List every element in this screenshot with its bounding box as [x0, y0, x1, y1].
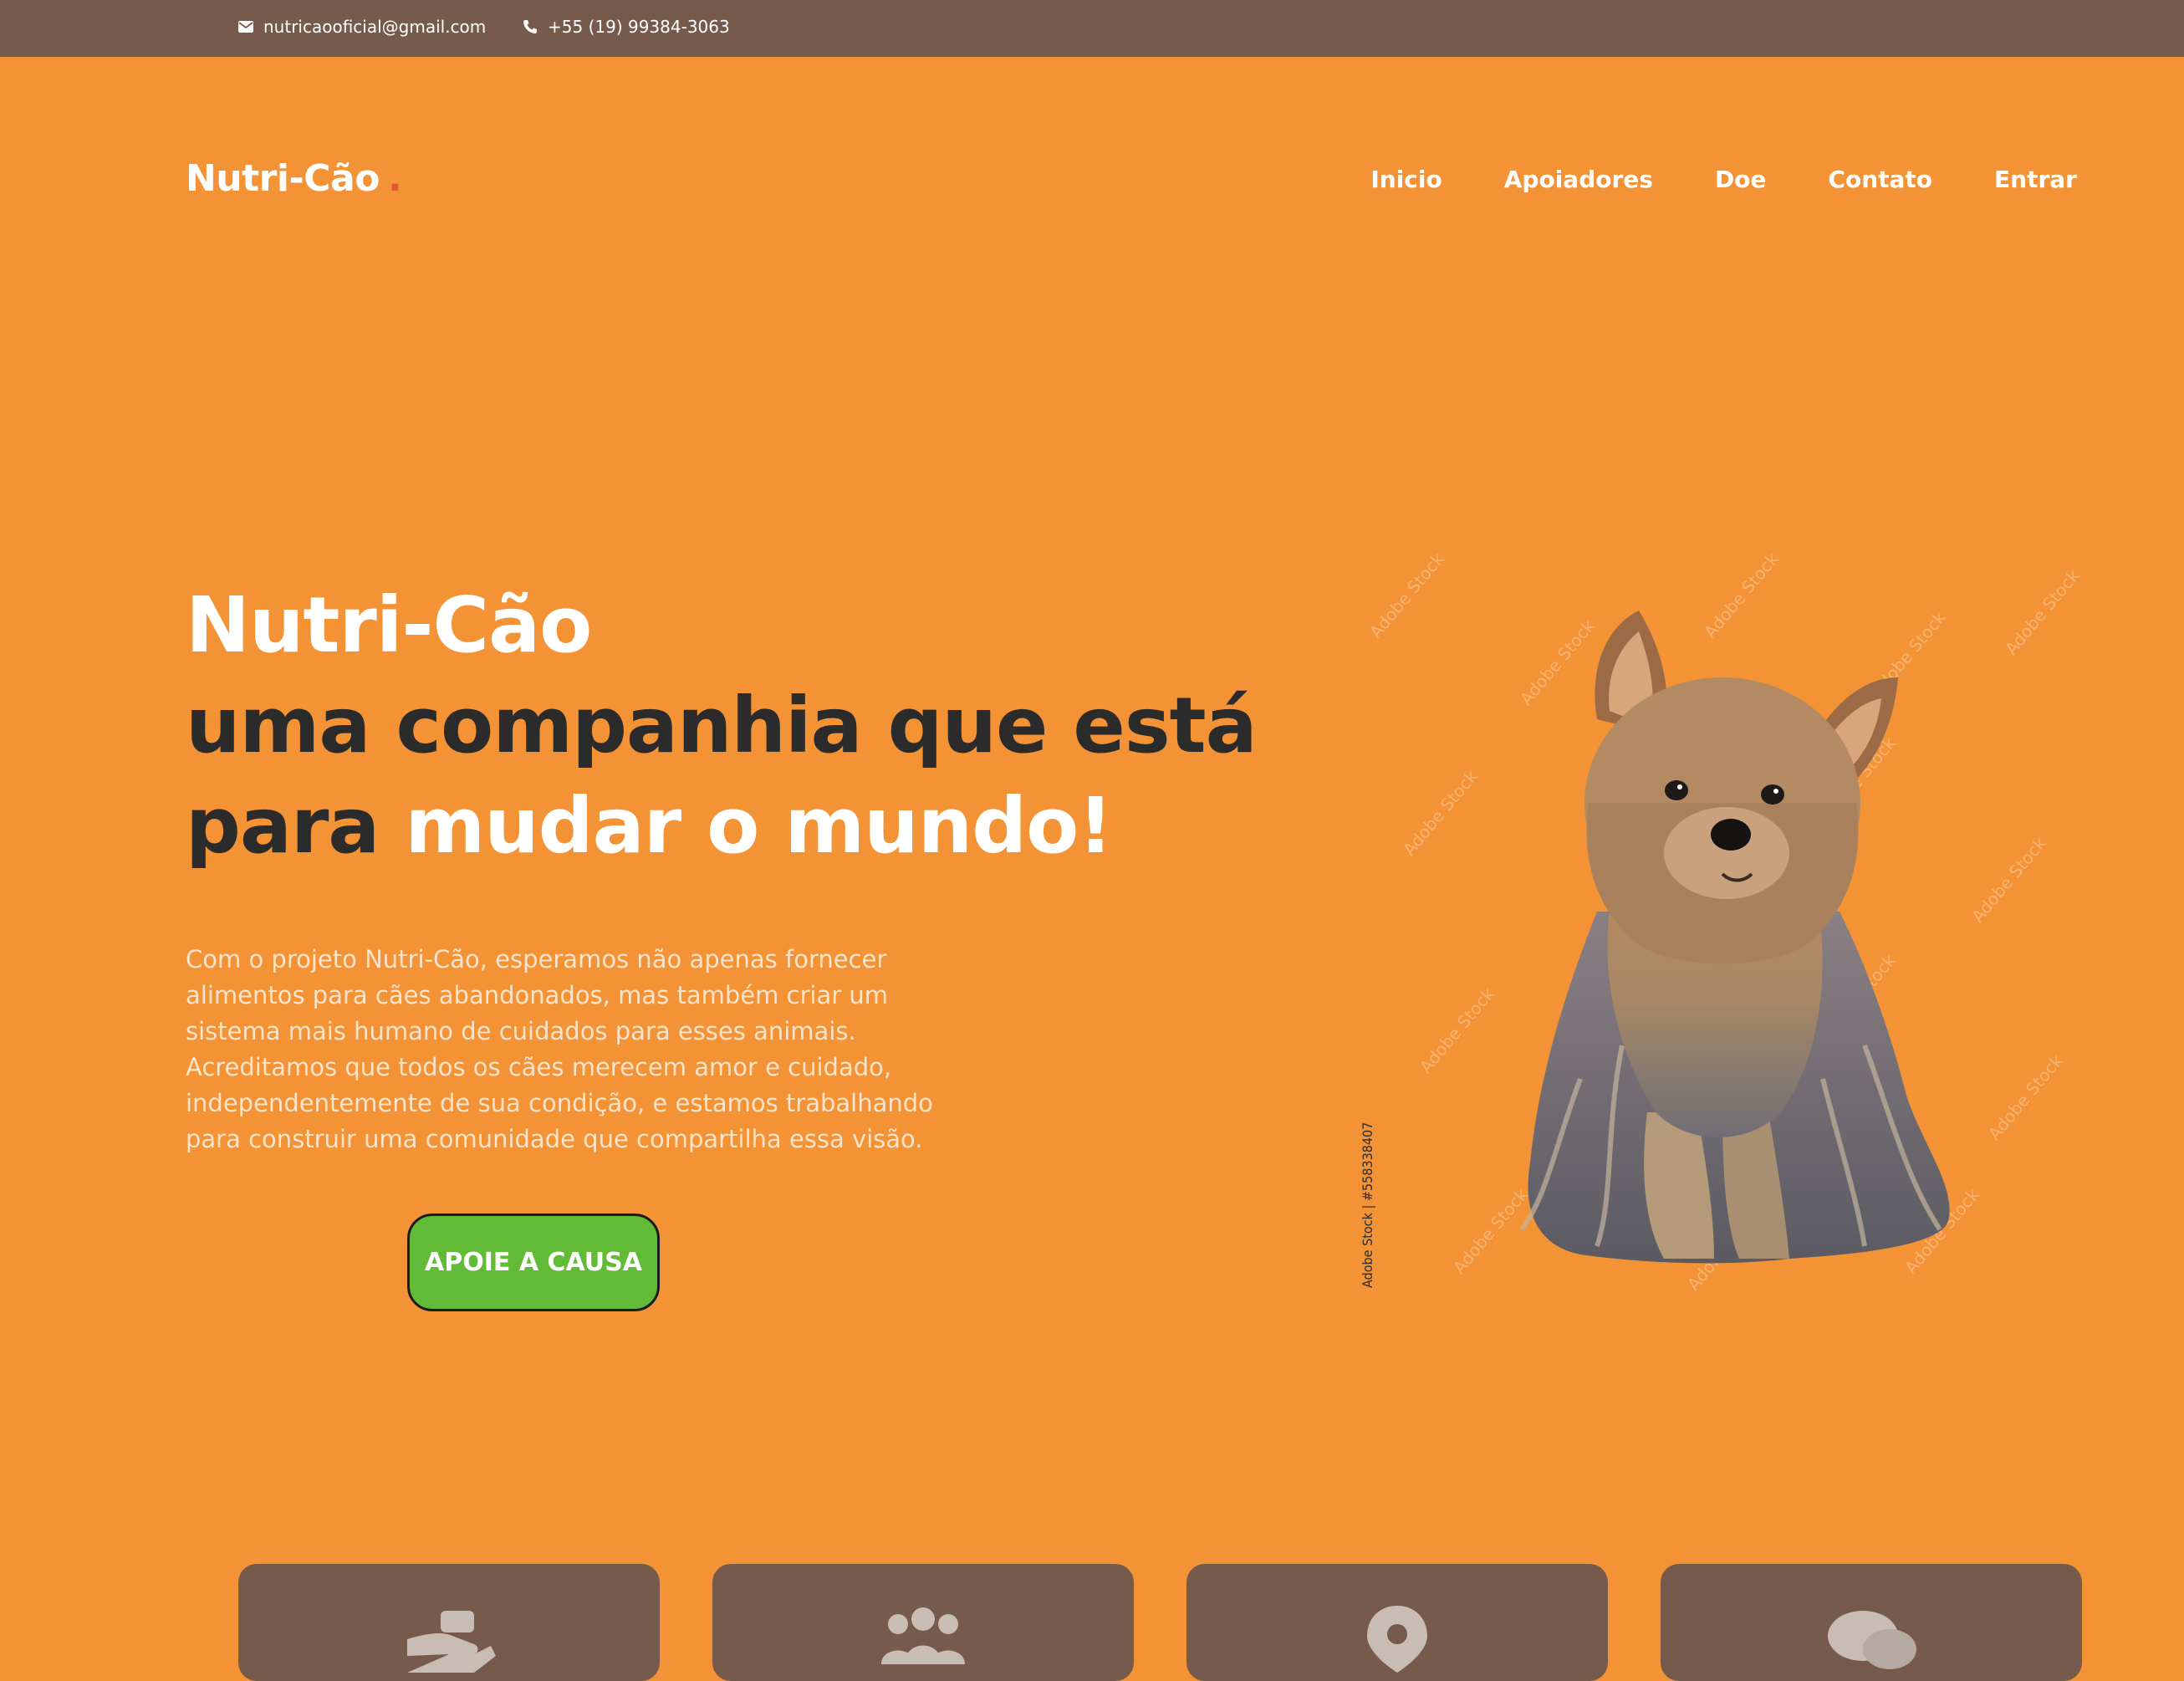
phone-icon — [523, 19, 538, 34]
envelope-icon — [238, 21, 253, 33]
nav-contato[interactable]: Contato — [1828, 166, 1932, 193]
hero-title-line1: Nutri-Cão — [186, 580, 592, 670]
donate-hand-icon — [399, 1606, 499, 1676]
dog-illustration — [1519, 611, 1950, 1264]
hero-title-line2: uma companhia que está — [186, 681, 1258, 770]
hero-title-line3-dark: para — [186, 781, 380, 871]
hero-description: Com o projeto Nutri-Cão, esperamos não a… — [186, 945, 933, 1153]
support-cause-button[interactable]: APOIE A CAUSA — [407, 1213, 660, 1311]
feature-cards — [238, 1564, 2082, 1681]
contact-email-text: nutricaooficial@gmail.com — [263, 17, 487, 37]
feature-card-community[interactable] — [712, 1564, 1134, 1681]
feature-card-donate[interactable] — [238, 1564, 660, 1681]
contact-phone-text: +55 (19) 99384-3063 — [548, 17, 730, 37]
logo-dot: . — [387, 157, 402, 200]
nav-apoiadores[interactable]: Apoiadores — [1504, 166, 1653, 193]
group-people-icon — [873, 1606, 973, 1676]
hero-title-line3-light: mudar o mundo! — [405, 781, 1113, 871]
nav-inicio[interactable]: Inicio — [1370, 166, 1442, 193]
contact-bar: nutricaooficial@gmail.com +55 (19) 99384… — [0, 0, 2184, 57]
image-credit: Adobe Stock | #558338407 — [1360, 1122, 1375, 1288]
main-nav: Inicio Apoiadores Doe Contato Entrar — [1370, 166, 2077, 193]
chat-bubbles-icon — [1821, 1606, 1921, 1676]
site-logo[interactable]: Nutri-Cão. — [186, 157, 402, 200]
hero-title: Nutri-Cão uma companhia que está para mu… — [186, 575, 1258, 876]
contact-phone[interactable]: +55 (19) 99384-3063 — [523, 17, 730, 37]
contact-email[interactable]: nutricaooficial@gmail.com — [238, 17, 486, 37]
feature-card-location[interactable] — [1186, 1564, 1608, 1681]
location-pin-icon — [1364, 1606, 1431, 1676]
logo-text: Nutri-Cão — [186, 157, 380, 200]
feature-card-chat[interactable] — [1661, 1564, 2082, 1681]
nav-doe[interactable]: Doe — [1715, 166, 1766, 193]
nav-entrar[interactable]: Entrar — [1994, 166, 2077, 193]
